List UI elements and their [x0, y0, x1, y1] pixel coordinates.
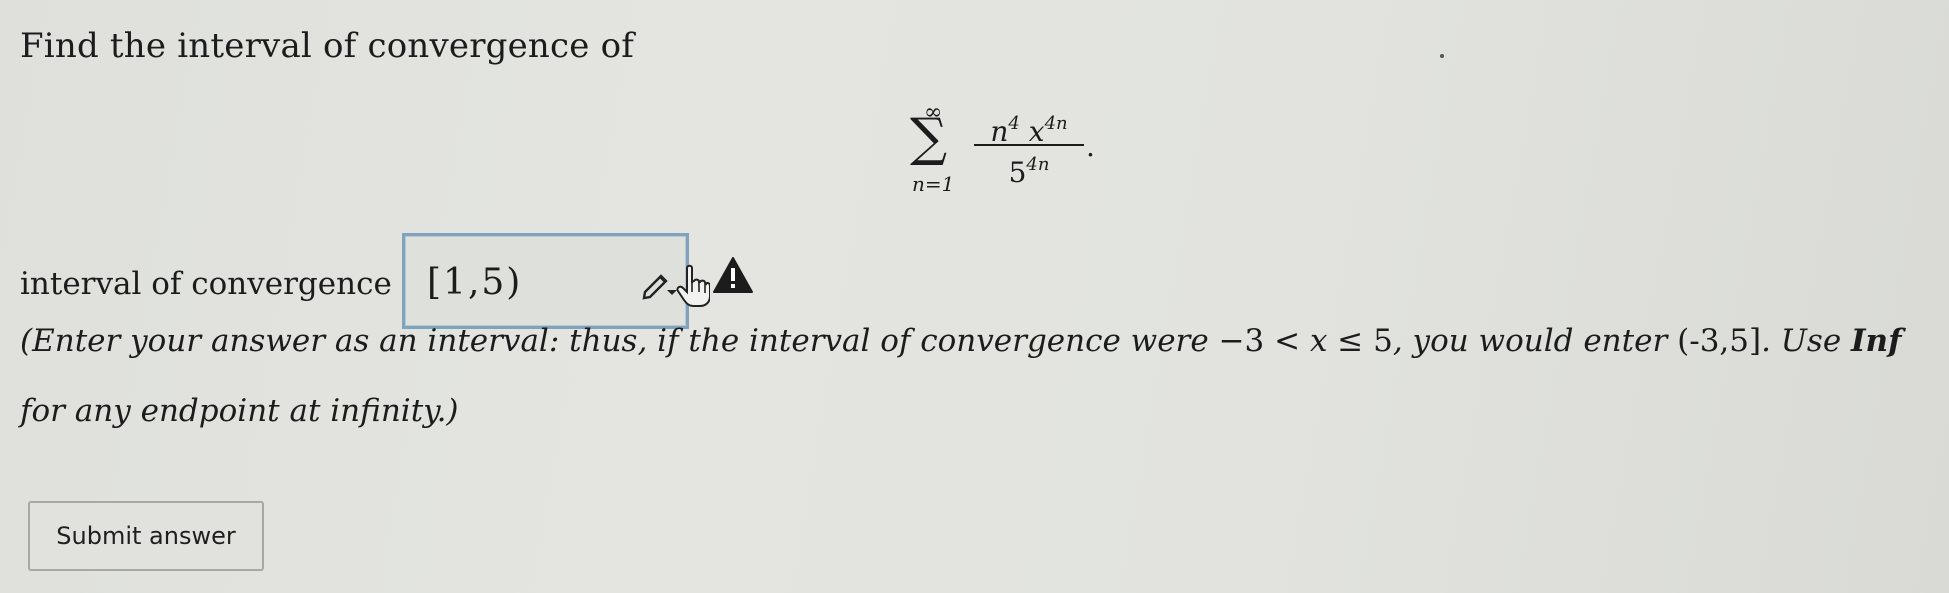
- answer-input-value[interactable]: [1,5): [427, 262, 522, 303]
- submit-answer-button[interactable]: Submit answer: [28, 501, 264, 571]
- hand-cursor-icon: [676, 264, 710, 307]
- example-inequality: −3 < x ≤ 5: [1218, 323, 1393, 359]
- pencil-icon[interactable]: [641, 268, 681, 300]
- fraction-numerator: n4 x4n: [990, 113, 1068, 148]
- answer-label: interval of convergence =: [20, 266, 428, 302]
- question-prompt: Find the interval of convergence of: [20, 26, 635, 66]
- background-speck: [1440, 54, 1444, 58]
- example-answer: (-3,5]: [1677, 323, 1762, 359]
- answer-instructions: (Enter your answer as an interval: thus,…: [20, 323, 1902, 429]
- warning-icon: [713, 257, 753, 293]
- sum-sigma: ∑: [910, 108, 948, 168]
- inf-keyword: Inf: [1851, 323, 1902, 359]
- fraction-denominator: 54n: [1008, 154, 1050, 189]
- formula-period: .: [1086, 130, 1095, 163]
- sum-lower-limit: n=1: [912, 172, 955, 196]
- series-fraction: n4 x4n 54n: [974, 106, 1084, 189]
- series-formula: ∞ ∑ n=1 n4 x4n 54n .: [900, 100, 1100, 200]
